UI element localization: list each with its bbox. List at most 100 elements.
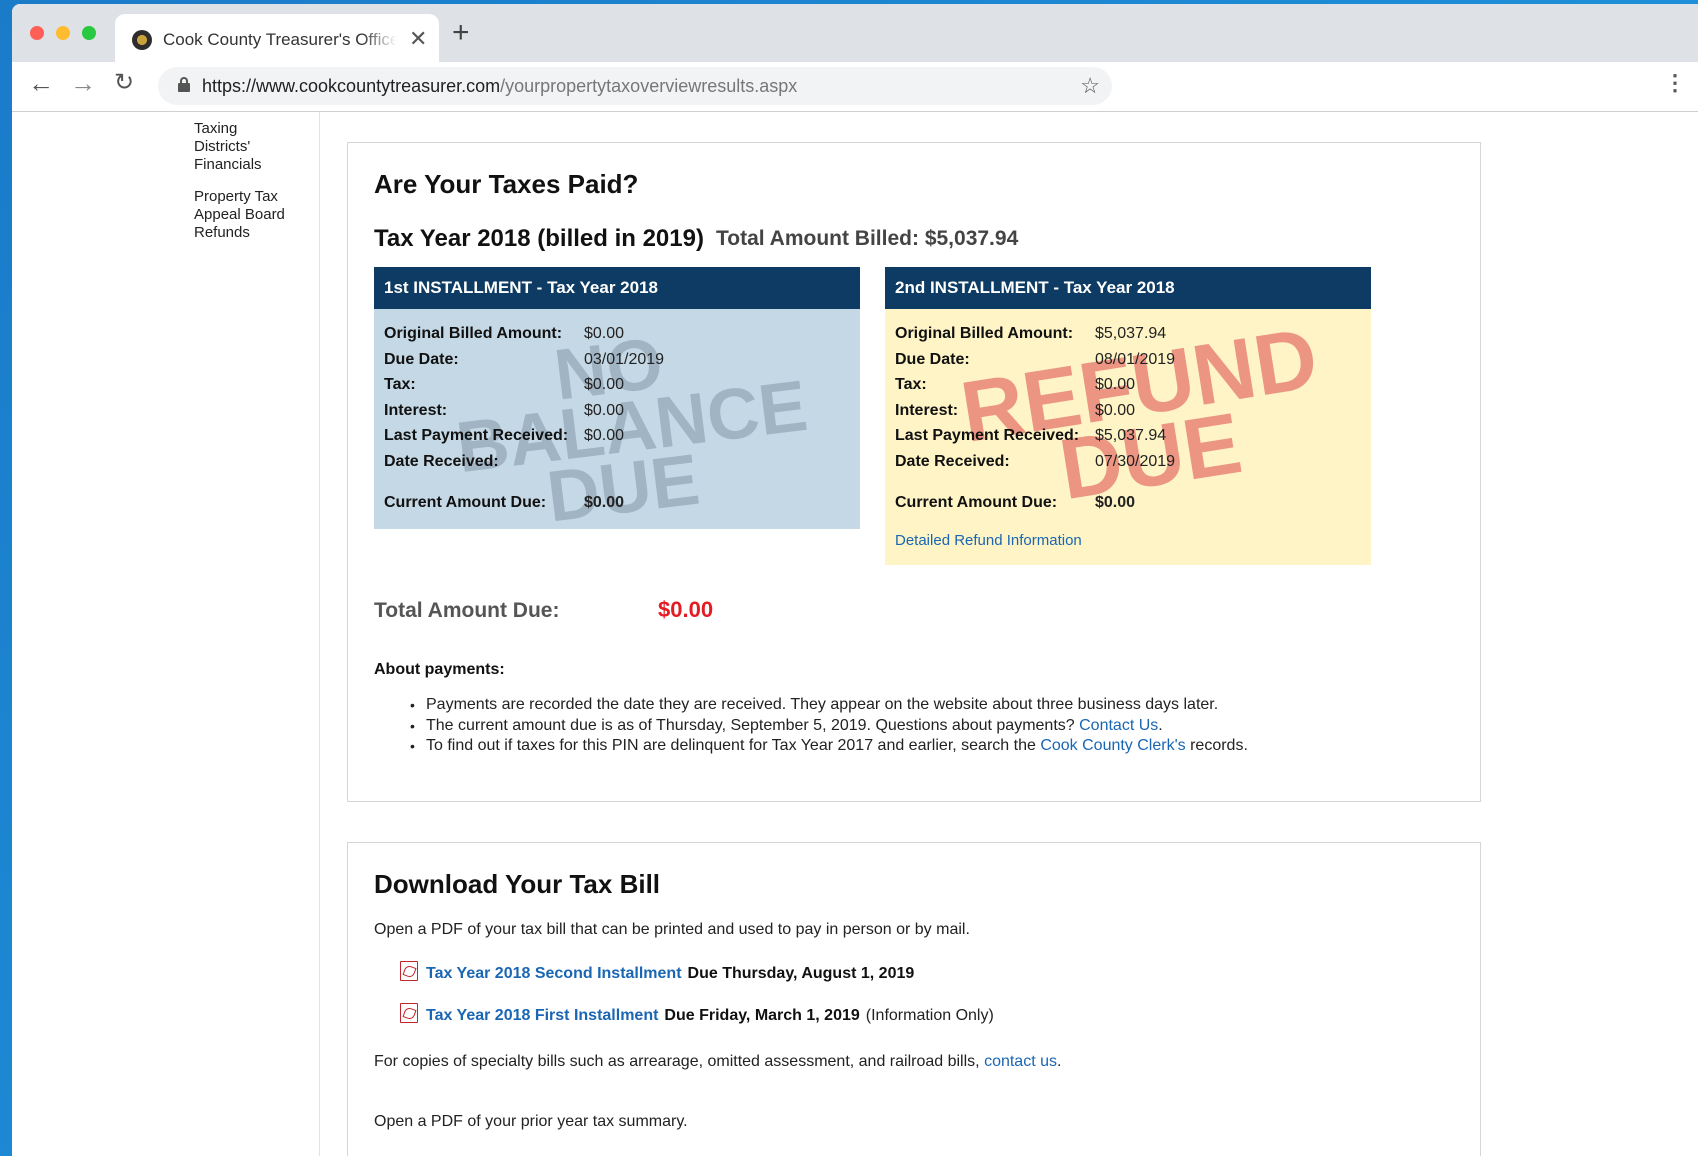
list-item-text: . — [1158, 716, 1163, 734]
row-value: 03/01/2019 — [584, 350, 665, 368]
sidebar-item-label-line: Refunds — [194, 224, 250, 241]
sidebar-item-label-line: Districts' — [194, 138, 251, 155]
first-installment-pdf-link[interactable]: Tax Year 2018 First Installment — [426, 1007, 658, 1024]
sidebar-item-taxing-districts-financials[interactable]: Taxing Districts' Financials — [194, 120, 309, 174]
row-label: Current Amount Due: — [384, 494, 547, 511]
current-due-row: Current Amount Due: $0.00 — [895, 494, 1361, 520]
row-label: Interest: — [895, 401, 959, 419]
row-label: Tax: — [384, 376, 416, 393]
bill-row: Tax Year 2018 First Installment Due Frida… — [400, 1003, 994, 1025]
sidebar-item-label-line: Property Tax — [194, 188, 278, 205]
row-value: $0.00 — [1095, 401, 1136, 419]
tab-strip: Cook County Treasurer's Office ✕ + — [12, 4, 1698, 62]
minimize-window-button[interactable] — [56, 26, 70, 40]
back-arrow-icon[interactable]: ← — [28, 70, 54, 96]
list-item-text: The current amount due is as of Thursday… — [426, 716, 1080, 734]
list-item: Payments are recorded the date they are … — [410, 695, 1470, 716]
specialty-end: . — [1057, 1053, 1062, 1070]
taxes-paid-panel: Are Your Taxes Paid? Tax Year 2018 (bill… — [347, 142, 1481, 802]
bill-note: (Information Only) — [865, 1007, 994, 1024]
sidebar-item-appeal-board-refunds[interactable]: Property Tax Appeal Board Refunds — [194, 188, 309, 242]
list-item-text: records. — [1185, 737, 1248, 754]
row-value: $5,037.94 — [1095, 427, 1167, 444]
panel-title: Download Your Tax Bill — [374, 869, 661, 899]
list-item-text: To find out if taxes for this PIN are de… — [426, 737, 1041, 754]
contact-us-link[interactable]: contact us — [984, 1053, 1057, 1070]
pdf-icon — [400, 961, 418, 981]
total-due-value: $0.00 — [658, 597, 714, 622]
row-value: $0.00 — [584, 427, 625, 444]
detail-row: Original Billed Amount: $5,037.94 — [895, 325, 1361, 351]
maximize-window-button[interactable] — [82, 26, 96, 40]
specialty-bills-text: For copies of specialty bills such as ar… — [374, 1053, 1061, 1071]
row-value: 08/01/2019 — [1095, 350, 1176, 368]
county-clerk-link[interactable]: Cook County Clerk's — [1040, 737, 1185, 754]
new-tab-button[interactable]: + — [452, 18, 470, 48]
forward-arrow-icon[interactable]: → — [70, 70, 96, 96]
installment-2-box: 2nd INSTALLMENT - Tax Year 2018 REFUND DU… — [885, 267, 1371, 565]
reload-icon[interactable]: ↻ — [114, 71, 134, 95]
list-item: The current amount due is as of Thursday… — [410, 716, 1470, 737]
close-window-button[interactable] — [30, 26, 44, 40]
specialty-text: For copies of specialty bills such as ar… — [374, 1053, 985, 1070]
url-text[interactable]: https://www.cookcountytreasurer.com/your… — [202, 76, 797, 97]
bill-due-date: Due Thursday, August 1, 2019 — [687, 965, 915, 982]
row-label: Due Date: — [384, 350, 459, 368]
installment-1-header: 1st INSTALLMENT - Tax Year 2018 — [374, 267, 860, 309]
total-due-label: Total Amount Due: — [374, 599, 560, 622]
contact-us-link[interactable]: Contact Us — [1079, 717, 1158, 734]
total-billed-value: $5,037.94 — [924, 227, 1019, 250]
address-bar[interactable]: https://www.cookcountytreasurer.com/your… — [158, 67, 1112, 105]
pdf-icon — [400, 1003, 418, 1023]
detail-row: Due Date: 03/01/2019 — [384, 351, 850, 377]
bookmark-star-icon[interactable]: ☆ — [1080, 73, 1100, 99]
row-label: Date Received: — [384, 452, 499, 470]
total-billed: Total Amount Billed: $5,037.94 — [716, 227, 1018, 251]
row-value: $0.00 — [584, 494, 625, 511]
detail-row: Date Received: 07/30/2019 — [895, 453, 1361, 479]
prior-year-text: Open a PDF of your prior year tax summar… — [374, 1113, 688, 1130]
row-label: Last Payment Received: — [384, 427, 569, 444]
row-value: 07/30/2019 — [1095, 452, 1176, 470]
tab-title: Cook County Treasurer's Office — [163, 30, 397, 49]
row-value: $0.00 — [1095, 494, 1136, 511]
row-label: Original Billed Amount: — [895, 325, 1074, 342]
row-label: Current Amount Due: — [895, 494, 1058, 511]
row-value: $0.00 — [1095, 376, 1136, 393]
browser-menu-icon[interactable]: ⋮ — [1664, 72, 1686, 94]
url-path: /yourpropertytaxoverviewresults.aspx — [500, 76, 798, 96]
detail-row: Date Received: — [384, 453, 850, 479]
download-tax-bill-panel: Download Your Tax Bill Open a PDF of you… — [347, 842, 1481, 1156]
detail-row: Interest: $0.00 — [895, 402, 1361, 428]
sidebar-item-label-line: Taxing — [194, 120, 238, 137]
sidebar-item-label-line: Financials — [194, 156, 262, 173]
sidebar-divider — [319, 112, 320, 1156]
installment-1-box: 1st INSTALLMENT - Tax Year 2018 NO BALANC… — [374, 267, 860, 538]
county-seal-icon — [132, 30, 152, 50]
detail-row: Interest: $0.00 — [384, 402, 850, 428]
about-payments-heading: About payments: — [374, 661, 505, 678]
lock-icon — [178, 77, 190, 92]
row-label: Date Received: — [895, 452, 1010, 470]
total-billed-label: Total Amount Billed: — [716, 227, 919, 250]
bill-due-date: Due Friday, March 1, 2019 — [664, 1007, 860, 1024]
browser-toolbar: ← → ↻ https://www.cookcountytreasurer.co… — [12, 62, 1698, 112]
browser-tab[interactable]: Cook County Treasurer's Office ✕ — [115, 14, 439, 62]
close-tab-icon[interactable]: ✕ — [409, 26, 427, 52]
detail-row: Last Payment Received: $0.00 — [384, 427, 850, 453]
second-installment-pdf-link[interactable]: Tax Year 2018 Second Installment — [426, 965, 682, 982]
detailed-refund-link[interactable]: Detailed Refund Information — [895, 532, 1361, 549]
row-label: Original Billed Amount: — [384, 325, 563, 342]
row-value: $0.00 — [584, 401, 625, 419]
sidebar-item-label-line: Appeal Board — [194, 206, 285, 223]
installment-2-header: 2nd INSTALLMENT - Tax Year 2018 — [885, 267, 1371, 309]
panel-title: Are Your Taxes Paid? — [374, 169, 639, 199]
about-payments-list: Payments are recorded the date they are … — [410, 695, 1470, 757]
current-due-row: Current Amount Due: $0.00 — [384, 494, 850, 520]
row-label: Due Date: — [895, 350, 970, 368]
row-value: $0.00 — [584, 376, 625, 393]
detail-row: Last Payment Received: $5,037.94 — [895, 427, 1361, 453]
row-label: Tax: — [895, 376, 927, 393]
browser-window: Cook County Treasurer's Office ✕ + ← → ↻… — [12, 4, 1698, 1156]
url-host: https://www.cookcountytreasurer.com — [202, 76, 501, 96]
